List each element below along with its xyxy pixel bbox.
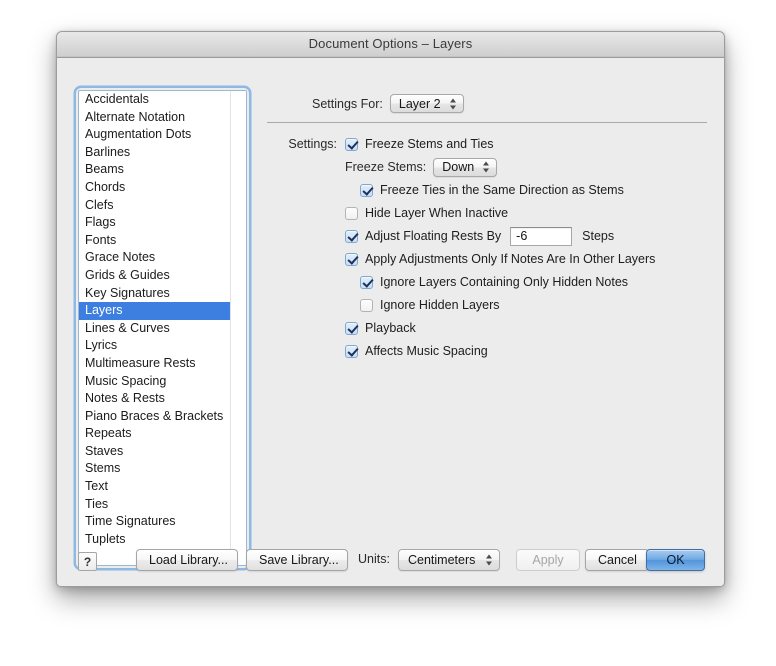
title-bar[interactable]: Document Options – Layers	[57, 32, 724, 58]
dialog-footer: ? Load Library... Save Library... Units:…	[57, 537, 724, 587]
checkbox-freeze-stems-and-ties[interactable]	[345, 138, 358, 151]
panel-divider	[267, 122, 707, 123]
list-item[interactable]: Lyrics	[79, 337, 231, 355]
row-ignore-layers-hidden-notes: Ignore Layers Containing Only Hidden Not…	[360, 271, 720, 293]
label-steps: Steps	[582, 229, 614, 243]
list-item[interactable]: Clefs	[79, 197, 231, 215]
list-scrollbar-gutter[interactable]	[230, 91, 246, 565]
settings-panel: Settings For: Layer 2 Settings: Freeze S…	[257, 58, 724, 587]
list-item[interactable]: Flags	[79, 214, 231, 232]
checkbox-apply-adjustments-other-layers[interactable]	[345, 253, 358, 266]
screen: Document Options – Layers AccidentalsAlt…	[0, 0, 776, 666]
category-list-container: AccidentalsAlternate NotationAugmentatio…	[78, 90, 247, 566]
list-item[interactable]: Beams	[79, 161, 231, 179]
units-label: Units:	[358, 552, 390, 566]
list-item[interactable]: Lines & Curves	[79, 320, 231, 338]
checkbox-freeze-ties-same-direction[interactable]	[360, 184, 373, 197]
list-item[interactable]: Accidentals	[79, 91, 231, 109]
settings-for-row: Settings For: Layer 2	[312, 94, 464, 113]
list-item[interactable]: Stems	[79, 460, 231, 478]
label-playback: Playback	[365, 321, 416, 335]
list-item[interactable]: Augmentation Dots	[79, 126, 231, 144]
window-title: Document Options – Layers	[57, 36, 724, 51]
save-library-button[interactable]: Save Library...	[246, 549, 348, 571]
load-library-button[interactable]: Load Library...	[136, 549, 238, 571]
row-freeze-ties-same-direction: Freeze Ties in the Same Direction as Ste…	[360, 179, 720, 201]
row-playback: Playback	[345, 317, 720, 339]
updown-arrows-icon	[483, 161, 490, 174]
list-item[interactable]: Ties	[79, 496, 231, 514]
units-value: Centimeters	[408, 550, 475, 570]
updown-arrows-icon	[486, 554, 493, 567]
row-apply-adjustments-other-layers: Apply Adjustments Only If Notes Are In O…	[345, 248, 720, 270]
settings-for-value: Layer 2	[399, 97, 441, 111]
list-item[interactable]: Music Spacing	[79, 373, 231, 391]
settings-caption: Settings:	[280, 137, 337, 151]
row-adjust-floating-rests: Adjust Floating Rests By Steps	[345, 225, 720, 247]
settings-for-label: Settings For:	[312, 97, 383, 111]
checkbox-ignore-layers-hidden-notes[interactable]	[360, 276, 373, 289]
list-item[interactable]: Key Signatures	[79, 285, 231, 303]
category-list-scroll[interactable]: AccidentalsAlternate NotationAugmentatio…	[79, 91, 231, 565]
list-item[interactable]: Text	[79, 478, 231, 496]
list-item[interactable]: Grace Notes	[79, 249, 231, 267]
label-freeze-stems-and-ties: Freeze Stems and Ties	[365, 137, 494, 151]
list-item[interactable]: Fonts	[79, 232, 231, 250]
cancel-button[interactable]: Cancel	[585, 549, 649, 571]
settings-for-popup[interactable]: Layer 2	[390, 94, 464, 113]
list-item[interactable]: Alternate Notation	[79, 109, 231, 127]
label-freeze-ties-same-direction: Freeze Ties in the Same Direction as Ste…	[380, 183, 624, 197]
row-affects-music-spacing: Affects Music Spacing	[345, 340, 720, 362]
apply-button[interactable]: Apply	[516, 549, 580, 571]
checkbox-affects-music-spacing[interactable]	[345, 345, 358, 358]
adjust-floating-rests-input[interactable]	[510, 227, 572, 246]
freeze-stems-value: Down	[442, 160, 474, 174]
freeze-stems-popup[interactable]: Down	[433, 158, 497, 177]
row-freeze-stems: Freeze Stems: Down	[345, 156, 720, 178]
row-ignore-hidden-layers: Ignore Hidden Layers	[360, 294, 720, 316]
list-item[interactable]: Piano Braces & Brackets	[79, 408, 231, 426]
label-ignore-hidden-layers: Ignore Hidden Layers	[380, 298, 500, 312]
list-item[interactable]: Time Signatures	[79, 513, 231, 531]
row-hide-layer-when-inactive: Hide Layer When Inactive	[345, 202, 720, 224]
options-category-list[interactable]: AccidentalsAlternate NotationAugmentatio…	[78, 90, 247, 566]
list-item[interactable]: Repeats	[79, 425, 231, 443]
units-popup[interactable]: Centimeters	[398, 549, 500, 571]
list-item[interactable]: Layers	[79, 302, 231, 320]
updown-arrows-icon	[450, 97, 457, 110]
label-affects-music-spacing: Affects Music Spacing	[365, 344, 488, 358]
help-button[interactable]: ?	[78, 552, 97, 571]
label-adjust-floating-rests: Adjust Floating Rests By	[365, 229, 501, 243]
dialog-body: AccidentalsAlternate NotationAugmentatio…	[57, 58, 724, 587]
checkbox-playback[interactable]	[345, 322, 358, 335]
list-item[interactable]: Chords	[79, 179, 231, 197]
list-item[interactable]: Grids & Guides	[79, 267, 231, 285]
checkbox-hide-layer-when-inactive[interactable]	[345, 207, 358, 220]
label-hide-layer-when-inactive: Hide Layer When Inactive	[365, 206, 508, 220]
label-ignore-layers-hidden-notes: Ignore Layers Containing Only Hidden Not…	[380, 275, 628, 289]
label-freeze-stems: Freeze Stems:	[345, 160, 426, 174]
list-item[interactable]: Staves	[79, 443, 231, 461]
settings-options: Settings: Freeze Stems and Ties Freeze S…	[280, 133, 720, 363]
document-options-dialog: Document Options – Layers AccidentalsAlt…	[56, 31, 725, 587]
checkbox-ignore-hidden-layers[interactable]	[360, 299, 373, 312]
list-item[interactable]: Notes & Rests	[79, 390, 231, 408]
checkbox-adjust-floating-rests[interactable]	[345, 230, 358, 243]
list-item[interactable]: Multimeasure Rests	[79, 355, 231, 373]
ok-button[interactable]: OK	[646, 549, 705, 571]
list-item[interactable]: Barlines	[79, 144, 231, 162]
label-apply-adjustments-other-layers: Apply Adjustments Only If Notes Are In O…	[365, 252, 655, 266]
row-freeze-stems-and-ties: Settings: Freeze Stems and Ties	[280, 133, 720, 155]
